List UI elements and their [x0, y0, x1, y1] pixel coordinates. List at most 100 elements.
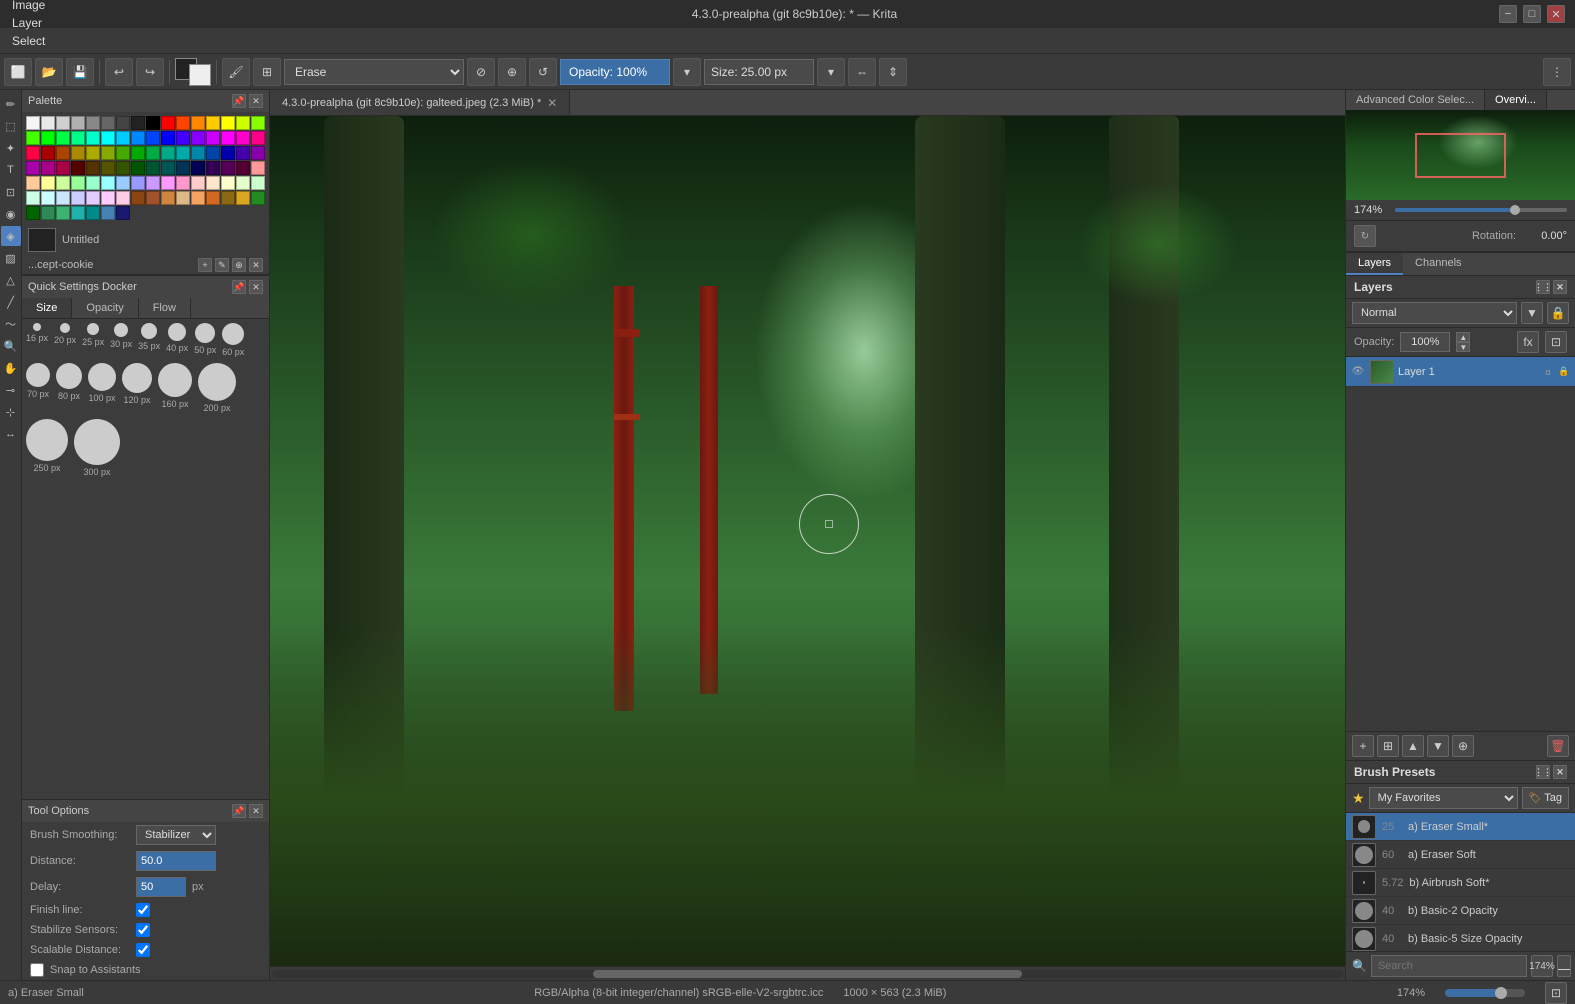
- palette-swatch[interactable]: [56, 176, 70, 190]
- scrollbar-thumb[interactable]: [593, 970, 1021, 978]
- brush-preset-btn[interactable]: 🖌: [222, 58, 250, 86]
- palette-swatch[interactable]: [161, 146, 175, 160]
- palette-swatch[interactable]: [206, 161, 220, 175]
- palette-swatch[interactable]: [191, 131, 205, 145]
- palette-swatch[interactable]: [161, 161, 175, 175]
- tool-line[interactable]: ╱: [1, 292, 21, 312]
- palette-swatch[interactable]: [161, 176, 175, 190]
- bp-search-input[interactable]: [1371, 955, 1527, 977]
- palette-swatch[interactable]: [221, 146, 235, 160]
- brush-preset-item[interactable]: 5.72b) Airbrush Soft*: [1346, 869, 1575, 897]
- palette-swatch[interactable]: [101, 191, 115, 205]
- layer-item[interactable]: 👁 Layer 1 α 🔒: [1346, 357, 1575, 387]
- tool-options-header[interactable]: Tool Options 📌 ✕: [22, 800, 269, 822]
- layer-mask-btn[interactable]: ⊡: [1545, 331, 1567, 353]
- more-btn[interactable]: ⋮: [1543, 58, 1571, 86]
- rotation-icon[interactable]: ↻: [1354, 225, 1376, 247]
- palette-swatch[interactable]: [176, 131, 190, 145]
- new-button[interactable]: ⬜: [4, 58, 32, 86]
- palette-edit-icon[interactable]: ✎: [215, 258, 229, 272]
- tool-assistants[interactable]: ⊹: [1, 402, 21, 422]
- palette-swatch[interactable]: [251, 131, 265, 145]
- menu-item-select[interactable]: Select: [4, 32, 63, 50]
- palette-swatch[interactable]: [116, 191, 130, 205]
- palette-swatch[interactable]: [71, 116, 85, 130]
- tool-pan[interactable]: ✋: [1, 358, 21, 378]
- bp-settings-icon[interactable]: ⋮⋮: [1536, 765, 1550, 779]
- tool-freehand[interactable]: ✏: [1, 94, 21, 114]
- palette-swatch[interactable]: [206, 146, 220, 160]
- palette-swatch[interactable]: [41, 146, 55, 160]
- brush-preset-item[interactable]: 40b) Basic-5 Size Opacity: [1346, 925, 1575, 951]
- status-fullscreen-btn[interactable]: ⊡: [1545, 982, 1567, 1004]
- palette-swatch[interactable]: [206, 116, 220, 130]
- tool-zoom[interactable]: 🔍: [1, 336, 21, 356]
- palette-swatch[interactable]: [86, 191, 100, 205]
- brush-size-item[interactable]: 120 px: [122, 363, 152, 413]
- refresh-btn[interactable]: ↺: [529, 58, 557, 86]
- palette-swatch[interactable]: [86, 146, 100, 160]
- add-group-btn[interactable]: ⊞: [1377, 735, 1399, 757]
- palette-swatch[interactable]: [101, 161, 115, 175]
- palette-swatch[interactable]: [236, 161, 250, 175]
- palette-swatch[interactable]: [101, 131, 115, 145]
- brush-mode-select[interactable]: Erase: [284, 59, 464, 85]
- opacity-control[interactable]: Opacity: 100%: [560, 59, 670, 85]
- palette-swatch[interactable]: [191, 176, 205, 190]
- tool-bezier[interactable]: 〜: [1, 314, 21, 334]
- palette-swatch[interactable]: [161, 191, 175, 205]
- bp-star-icon[interactable]: ★: [1352, 790, 1365, 807]
- palette-header[interactable]: Palette 📌 ✕: [22, 90, 269, 112]
- palette-swatch[interactable]: [176, 116, 190, 130]
- layer-fx-btn[interactable]: fx: [1517, 331, 1539, 353]
- clear-btn[interactable]: ⊘: [467, 58, 495, 86]
- brush-size-item[interactable]: 70 px: [26, 363, 50, 413]
- pattern-btn[interactable]: ⊞: [253, 58, 281, 86]
- bp-zoom-slider-btn[interactable]: ⎼: [1557, 955, 1571, 977]
- palette-swatch[interactable]: [191, 146, 205, 160]
- brush-size-item[interactable]: 25 px: [82, 323, 104, 357]
- brush-size-item[interactable]: 16 px: [26, 323, 48, 357]
- palette-swatch[interactable]: [221, 161, 235, 175]
- palette-swatch[interactable]: [116, 116, 130, 130]
- palette-swatch[interactable]: [71, 161, 85, 175]
- palette-swatch[interactable]: [161, 131, 175, 145]
- palette-swatch[interactable]: [26, 146, 40, 160]
- tool-shapes[interactable]: △: [1, 270, 21, 290]
- palette-swatch[interactable]: [41, 161, 55, 175]
- palette-swatch[interactable]: [206, 131, 220, 145]
- menu-item-image[interactable]: Image: [4, 0, 63, 14]
- palette-add-icon[interactable]: +: [198, 258, 212, 272]
- palette-swatch[interactable]: [101, 206, 115, 220]
- palette-pin-icon[interactable]: 📌: [232, 94, 246, 108]
- palette-swatch[interactable]: [146, 161, 160, 175]
- palette-copy-icon[interactable]: ⊕: [232, 258, 246, 272]
- palette-swatch[interactable]: [116, 146, 130, 160]
- overview-preview[interactable]: [1346, 110, 1575, 200]
- canvas-container[interactable]: [270, 116, 1345, 966]
- palette-swatch[interactable]: [236, 146, 250, 160]
- palette-swatch[interactable]: [176, 191, 190, 205]
- qs-tab-opacity[interactable]: Opacity: [72, 298, 138, 318]
- palette-swatch[interactable]: [56, 146, 70, 160]
- palette-swatch[interactable]: [101, 146, 115, 160]
- palette-swatch[interactable]: [101, 116, 115, 130]
- layers-close-icon[interactable]: ✕: [1553, 280, 1567, 294]
- finish-line-checkbox[interactable]: [136, 903, 150, 917]
- scalable-distance-checkbox[interactable]: [136, 943, 150, 957]
- palette-swatch[interactable]: [56, 116, 70, 130]
- palette-swatch[interactable]: [26, 116, 40, 130]
- maximize-button[interactable]: □: [1523, 5, 1541, 23]
- menu-item-layer[interactable]: Layer: [4, 14, 63, 32]
- tool-fill[interactable]: ◉: [1, 204, 21, 224]
- brush-size-item[interactable]: 20 px: [54, 323, 76, 357]
- brush-size-item[interactable]: 160 px: [158, 363, 192, 413]
- blend-mode-select[interactable]: Normal: [1352, 302, 1517, 324]
- palette-swatch[interactable]: [251, 176, 265, 190]
- canvas-scrollbar-h[interactable]: [270, 966, 1345, 980]
- brush-size-item[interactable]: 30 px: [110, 323, 132, 357]
- palette-swatch[interactable]: [41, 116, 55, 130]
- palette-swatch[interactable]: [71, 146, 85, 160]
- palette-swatch[interactable]: [206, 176, 220, 190]
- palette-delete-icon[interactable]: ✕: [249, 258, 263, 272]
